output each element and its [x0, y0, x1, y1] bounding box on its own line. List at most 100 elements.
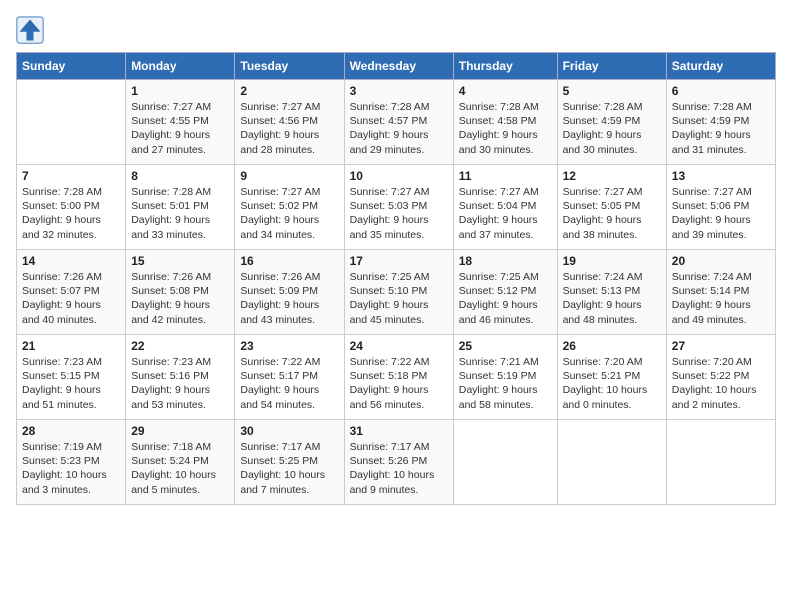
cell-week0-day6: 6 Sunrise: 7:28 AMSunset: 4:59 PMDaylight… [666, 80, 775, 165]
day-info: Sunrise: 7:17 AMSunset: 5:25 PMDaylight:… [240, 440, 338, 497]
day-info: Sunrise: 7:22 AMSunset: 5:18 PMDaylight:… [350, 355, 448, 412]
day-info: Sunrise: 7:28 AMSunset: 5:01 PMDaylight:… [131, 185, 229, 242]
day-info: Sunrise: 7:26 AMSunset: 5:09 PMDaylight:… [240, 270, 338, 327]
cell-week1-day3: 10 Sunrise: 7:27 AMSunset: 5:03 PMDayligh… [344, 165, 453, 250]
day-info: Sunrise: 7:21 AMSunset: 5:19 PMDaylight:… [459, 355, 552, 412]
day-number: 13 [672, 169, 770, 183]
col-header-friday: Friday [557, 53, 666, 80]
cell-week2-day3: 17 Sunrise: 7:25 AMSunset: 5:10 PMDayligh… [344, 250, 453, 335]
day-number: 19 [563, 254, 661, 268]
day-number: 3 [350, 84, 448, 98]
day-info: Sunrise: 7:28 AMSunset: 4:58 PMDaylight:… [459, 100, 552, 157]
day-info: Sunrise: 7:28 AMSunset: 4:57 PMDaylight:… [350, 100, 448, 157]
day-number: 14 [22, 254, 120, 268]
day-info: Sunrise: 7:18 AMSunset: 5:24 PMDaylight:… [131, 440, 229, 497]
day-number: 4 [459, 84, 552, 98]
cell-week2-day4: 18 Sunrise: 7:25 AMSunset: 5:12 PMDayligh… [453, 250, 557, 335]
day-number: 21 [22, 339, 120, 353]
cell-week1-day6: 13 Sunrise: 7:27 AMSunset: 5:06 PMDayligh… [666, 165, 775, 250]
cell-week0-day5: 5 Sunrise: 7:28 AMSunset: 4:59 PMDaylight… [557, 80, 666, 165]
day-info: Sunrise: 7:26 AMSunset: 5:07 PMDaylight:… [22, 270, 120, 327]
day-number: 8 [131, 169, 229, 183]
cell-week3-day6: 27Sunrise: 7:20 AMSunset: 5:22 PMDayligh… [666, 335, 775, 420]
cell-week1-day2: 9Sunrise: 7:27 AMSunset: 5:02 PMDaylight… [235, 165, 344, 250]
day-number: 1 [131, 84, 229, 98]
day-info: Sunrise: 7:19 AMSunset: 5:23 PMDaylight:… [22, 440, 120, 497]
cell-week1-day1: 8 Sunrise: 7:28 AMSunset: 5:01 PMDaylight… [126, 165, 235, 250]
day-number: 28 [22, 424, 120, 438]
day-number: 5 [563, 84, 661, 98]
day-number: 6 [672, 84, 770, 98]
day-info: Sunrise: 7:28 AMSunset: 4:59 PMDaylight:… [672, 100, 770, 157]
day-info: Sunrise: 7:22 AMSunset: 5:17 PMDaylight:… [240, 355, 338, 412]
cell-week3-day1: 22 Sunrise: 7:23 AMSunset: 5:16 PMDayligh… [126, 335, 235, 420]
cell-week2-day1: 15Sunrise: 7:26 AMSunset: 5:08 PMDayligh… [126, 250, 235, 335]
day-number: 30 [240, 424, 338, 438]
cell-week4-day2: 30 Sunrise: 7:17 AMSunset: 5:25 PMDayligh… [235, 420, 344, 505]
cell-week0-day2: 2 Sunrise: 7:27 AMSunset: 4:56 PMDaylight… [235, 80, 344, 165]
day-number: 31 [350, 424, 448, 438]
day-number: 16 [240, 254, 338, 268]
day-info: Sunrise: 7:27 AMSunset: 5:04 PMDaylight:… [459, 185, 552, 242]
day-info: Sunrise: 7:20 AMSunset: 5:22 PMDaylight:… [672, 355, 770, 412]
col-header-monday: Monday [126, 53, 235, 80]
cell-week2-day6: 20 Sunrise: 7:24 AMSunset: 5:14 PMDayligh… [666, 250, 775, 335]
cell-week0-day4: 4 Sunrise: 7:28 AMSunset: 4:58 PMDaylight… [453, 80, 557, 165]
day-info: Sunrise: 7:26 AMSunset: 5:08 PMDaylight:… [131, 270, 229, 327]
day-info: Sunrise: 7:23 AMSunset: 5:16 PMDaylight:… [131, 355, 229, 412]
day-info: Sunrise: 7:20 AMSunset: 5:21 PMDaylight:… [563, 355, 661, 412]
cell-week1-day4: 11 Sunrise: 7:27 AMSunset: 5:04 PMDayligh… [453, 165, 557, 250]
day-number: 2 [240, 84, 338, 98]
day-info: Sunrise: 7:25 AMSunset: 5:10 PMDaylight:… [350, 270, 448, 327]
cell-week2-day0: 14 Sunrise: 7:26 AMSunset: 5:07 PMDayligh… [17, 250, 126, 335]
logo [16, 16, 48, 44]
col-header-saturday: Saturday [666, 53, 775, 80]
cell-week3-day3: 24 Sunrise: 7:22 AMSunset: 5:18 PMDayligh… [344, 335, 453, 420]
day-number: 7 [22, 169, 120, 183]
col-header-thursday: Thursday [453, 53, 557, 80]
cell-week0-day0 [17, 80, 126, 165]
cell-week3-day5: 26 Sunrise: 7:20 AMSunset: 5:21 PMDayligh… [557, 335, 666, 420]
cell-week1-day5: 12Sunrise: 7:27 AMSunset: 5:05 PMDayligh… [557, 165, 666, 250]
logo-icon [16, 16, 44, 44]
col-header-tuesday: Tuesday [235, 53, 344, 80]
cell-week4-day1: 29 Sunrise: 7:18 AMSunset: 5:24 PMDayligh… [126, 420, 235, 505]
day-number: 22 [131, 339, 229, 353]
day-number: 25 [459, 339, 552, 353]
day-number: 18 [459, 254, 552, 268]
day-number: 23 [240, 339, 338, 353]
day-number: 26 [563, 339, 661, 353]
cell-week4-day3: 31 Sunrise: 7:17 AMSunset: 5:26 PMDayligh… [344, 420, 453, 505]
day-info: Sunrise: 7:27 AMSunset: 4:55 PMDaylight:… [131, 100, 229, 157]
day-info: Sunrise: 7:17 AMSunset: 5:26 PMDaylight:… [350, 440, 448, 497]
day-number: 24 [350, 339, 448, 353]
cell-week3-day2: 23 Sunrise: 7:22 AMSunset: 5:17 PMDayligh… [235, 335, 344, 420]
day-info: Sunrise: 7:24 AMSunset: 5:14 PMDaylight:… [672, 270, 770, 327]
day-number: 9 [240, 169, 338, 183]
calendar-table: SundayMondayTuesdayWednesdayThursdayFrid… [16, 52, 776, 505]
day-info: Sunrise: 7:27 AMSunset: 5:03 PMDaylight:… [350, 185, 448, 242]
header [16, 16, 776, 44]
day-number: 17 [350, 254, 448, 268]
cell-week4-day4 [453, 420, 557, 505]
day-number: 20 [672, 254, 770, 268]
cell-week2-day2: 16 Sunrise: 7:26 AMSunset: 5:09 PMDayligh… [235, 250, 344, 335]
cell-week0-day1: 1 Sunrise: 7:27 AMSunset: 4:55 PMDaylight… [126, 80, 235, 165]
day-info: Sunrise: 7:25 AMSunset: 5:12 PMDaylight:… [459, 270, 552, 327]
day-number: 29 [131, 424, 229, 438]
cell-week4-day5 [557, 420, 666, 505]
day-number: 10 [350, 169, 448, 183]
day-info: Sunrise: 7:27 AMSunset: 5:05 PMDaylight:… [563, 185, 661, 242]
day-info: Sunrise: 7:27 AMSunset: 4:56 PMDaylight:… [240, 100, 338, 157]
day-info: Sunrise: 7:28 AMSunset: 4:59 PMDaylight:… [563, 100, 661, 157]
cell-week2-day5: 19 Sunrise: 7:24 AMSunset: 5:13 PMDayligh… [557, 250, 666, 335]
cell-week4-day0: 28 Sunrise: 7:19 AMSunset: 5:23 PMDayligh… [17, 420, 126, 505]
col-header-wednesday: Wednesday [344, 53, 453, 80]
day-info: Sunrise: 7:24 AMSunset: 5:13 PMDaylight:… [563, 270, 661, 327]
cell-week1-day0: 7 Sunrise: 7:28 AMSunset: 5:00 PMDaylight… [17, 165, 126, 250]
col-header-sunday: Sunday [17, 53, 126, 80]
day-info: Sunrise: 7:27 AMSunset: 5:06 PMDaylight:… [672, 185, 770, 242]
day-info: Sunrise: 7:28 AMSunset: 5:00 PMDaylight:… [22, 185, 120, 242]
day-number: 11 [459, 169, 552, 183]
cell-week4-day6 [666, 420, 775, 505]
